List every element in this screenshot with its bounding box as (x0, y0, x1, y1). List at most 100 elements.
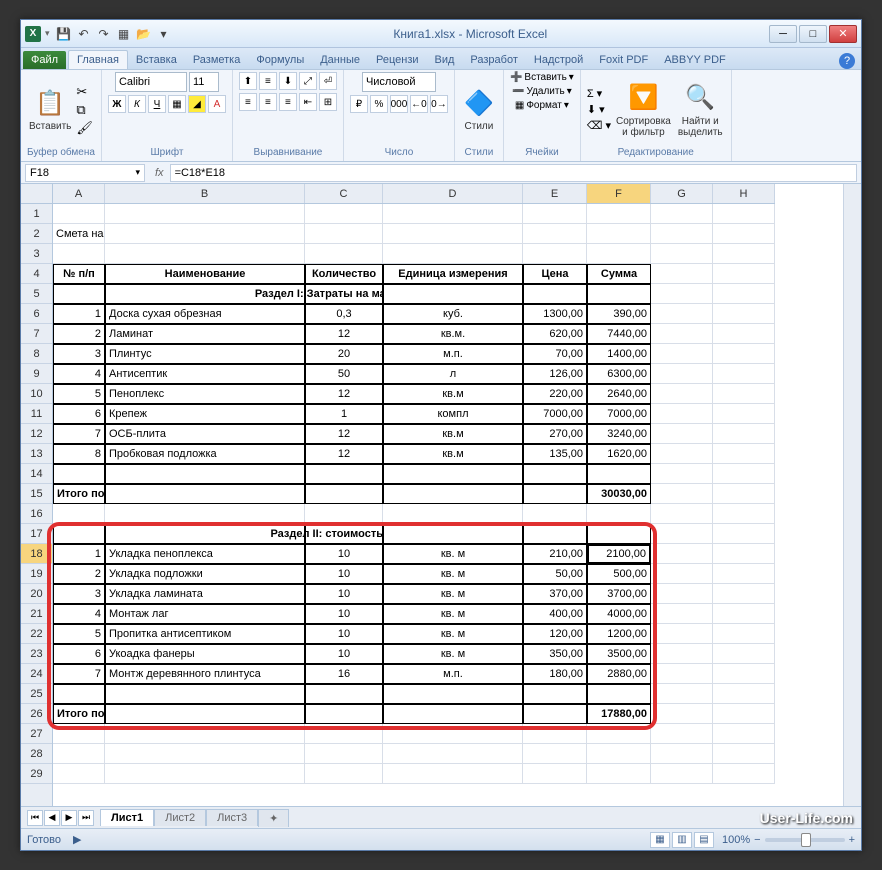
help-icon[interactable]: ? (839, 53, 855, 69)
align-center[interactable]: ≡ (259, 93, 277, 111)
indent-dec[interactable]: ⇤ (299, 93, 317, 111)
view-normal[interactable]: ▦ (650, 832, 670, 848)
column-headers[interactable]: ABCDEFGH (53, 184, 775, 204)
merge[interactable]: ⊞ (319, 93, 337, 111)
zoom-out[interactable]: − (754, 834, 760, 846)
align-top[interactable]: ⬆ (239, 72, 257, 90)
font-name[interactable]: Calibri (115, 72, 187, 92)
sheet-nav-prev[interactable]: ◀ (44, 810, 60, 826)
sheet-nav-next[interactable]: ▶ (61, 810, 77, 826)
group-align: Выравнивание (239, 147, 337, 159)
macro-icon[interactable]: ▶ (73, 833, 81, 846)
tab-insert[interactable]: Вставка (128, 51, 185, 69)
fill[interactable]: ⬇ ▾ (587, 103, 611, 116)
currency[interactable]: ₽ (350, 95, 368, 113)
close-button[interactable]: ✕ (829, 25, 857, 43)
row-headers[interactable]: 1234567891011121314151617181920212223242… (21, 204, 53, 806)
qat-dropdown-icon[interactable]: ▾ (45, 28, 50, 39)
copy-icon[interactable]: ⧉ (76, 102, 93, 118)
tab-addins[interactable]: Надстрой (526, 51, 591, 69)
group-editing: Редактирование (587, 147, 725, 159)
formula-input[interactable]: =C18*E18 (170, 164, 857, 182)
fx-icon[interactable]: fx (149, 167, 170, 179)
fill-color-button[interactable]: ◢ (188, 95, 206, 113)
italic-button[interactable]: К (128, 95, 146, 113)
autosum[interactable]: Σ ▾ (587, 87, 611, 100)
titlebar: X ▾ 💾 ↶ ↷ ▦ 📂 ▾ Книга1.xlsx - Microsoft … (21, 20, 861, 48)
number-format[interactable]: Числовой (362, 72, 436, 92)
percent[interactable]: % (370, 95, 388, 113)
tab-review[interactable]: Рецензи (368, 51, 427, 69)
group-styles: Стили (461, 147, 497, 159)
view-layout[interactable]: ▥ (672, 832, 692, 848)
ribbon-tabs: Файл Главная Вставка Разметка Формулы Да… (21, 48, 861, 70)
styles-button[interactable]: 🔷Стили (461, 85, 497, 134)
tab-home[interactable]: Главная (68, 50, 128, 69)
zoom-level[interactable]: 100% (722, 834, 750, 846)
orientation[interactable]: ⤢ (299, 72, 317, 90)
maximize-button[interactable]: □ (799, 25, 827, 43)
name-box[interactable]: F18▾ (25, 164, 145, 182)
bold-button[interactable]: Ж (108, 95, 126, 113)
cut-icon[interactable]: ✂ (76, 84, 93, 100)
clear[interactable]: ⌫ ▾ (587, 119, 611, 132)
vertical-scrollbar[interactable] (843, 184, 861, 806)
new-sheet[interactable]: ✦ (258, 809, 289, 827)
format-painter-icon[interactable]: 🖌 (76, 120, 93, 136)
watermark: User-Life.com (760, 810, 853, 826)
delete-cells[interactable]: ➖Удалить▾ (512, 86, 572, 97)
sheet-tab-3[interactable]: Лист3 (206, 809, 258, 826)
sheet-tab-1[interactable]: Лист1 (100, 809, 154, 826)
format-cells[interactable]: ▦Формат▾ (515, 100, 569, 111)
zoom-slider[interactable] (765, 838, 845, 842)
view-break[interactable]: ▤ (694, 832, 714, 848)
zoom-in[interactable]: + (849, 834, 855, 846)
inc-decimal[interactable]: ←0 (410, 95, 428, 113)
find-select[interactable]: 🔍Найти и выделить (676, 80, 725, 140)
align-mid[interactable]: ≡ (259, 72, 277, 90)
align-left[interactable]: ≡ (239, 93, 257, 111)
new-icon[interactable]: ▦ (116, 26, 132, 42)
open-icon[interactable]: 📂 (136, 26, 152, 42)
group-cells: Ячейки (510, 147, 574, 159)
sort-filter[interactable]: 🔽Сортировка и фильтр (614, 80, 673, 140)
font-size[interactable]: 11 (189, 72, 219, 92)
comma[interactable]: 000 (390, 95, 408, 113)
tab-file[interactable]: Файл (23, 51, 66, 69)
wrap-text[interactable]: ⏎ (319, 72, 337, 90)
qat-more-icon[interactable]: ▾ (156, 26, 172, 42)
dec-decimal[interactable]: 0→ (430, 95, 448, 113)
sheet-nav-last[interactable]: ⏭ (78, 810, 94, 826)
status-text: Готово (27, 834, 61, 846)
grid[interactable]: ABCDEFGH 1234567891011121314151617181920… (21, 184, 861, 806)
tab-formulas[interactable]: Формулы (248, 51, 312, 69)
tab-layout[interactable]: Разметка (185, 51, 249, 69)
redo-icon[interactable]: ↷ (96, 26, 112, 42)
tab-abbyy[interactable]: ABBYY PDF (656, 51, 734, 69)
border-button[interactable]: ▦ (168, 95, 186, 113)
minimize-button[interactable]: ─ (769, 25, 797, 43)
sheet-tab-2[interactable]: Лист2 (154, 809, 206, 826)
ribbon: 📋Вставить ✂ ⧉ 🖌 Буфер обмена Calibri 11 … (21, 70, 861, 162)
tab-data[interactable]: Данные (312, 51, 368, 69)
window-title: Книга1.xlsx - Microsoft Excel (172, 27, 769, 41)
tab-view[interactable]: Вид (427, 51, 463, 69)
align-bot[interactable]: ⬇ (279, 72, 297, 90)
group-font: Шрифт (108, 147, 226, 159)
align-right[interactable]: ≡ (279, 93, 297, 111)
font-color-button[interactable]: A (208, 95, 226, 113)
excel-window: X ▾ 💾 ↶ ↷ ▦ 📂 ▾ Книга1.xlsx - Microsoft … (20, 19, 862, 851)
sheet-tabs: ⏮ ◀ ▶ ⏭ Лист1 Лист2 Лист3 ✦ (21, 806, 861, 828)
insert-cells[interactable]: ➕Вставить▾ (510, 72, 574, 83)
underline-button[interactable]: Ч (148, 95, 166, 113)
save-icon[interactable]: 💾 (56, 26, 72, 42)
sheet-nav-first[interactable]: ⏮ (27, 810, 43, 826)
cells-area[interactable]: Смета на работы№ п/пНаименованиеКоличест… (53, 204, 775, 806)
paste-button[interactable]: 📋Вставить (27, 85, 73, 134)
undo-icon[interactable]: ↶ (76, 26, 92, 42)
select-all-corner[interactable] (21, 184, 53, 204)
excel-icon: X (25, 26, 41, 42)
tab-dev[interactable]: Разработ (462, 51, 525, 69)
tab-foxit[interactable]: Foxit PDF (591, 51, 656, 69)
group-clipboard: Буфер обмена (27, 147, 95, 159)
